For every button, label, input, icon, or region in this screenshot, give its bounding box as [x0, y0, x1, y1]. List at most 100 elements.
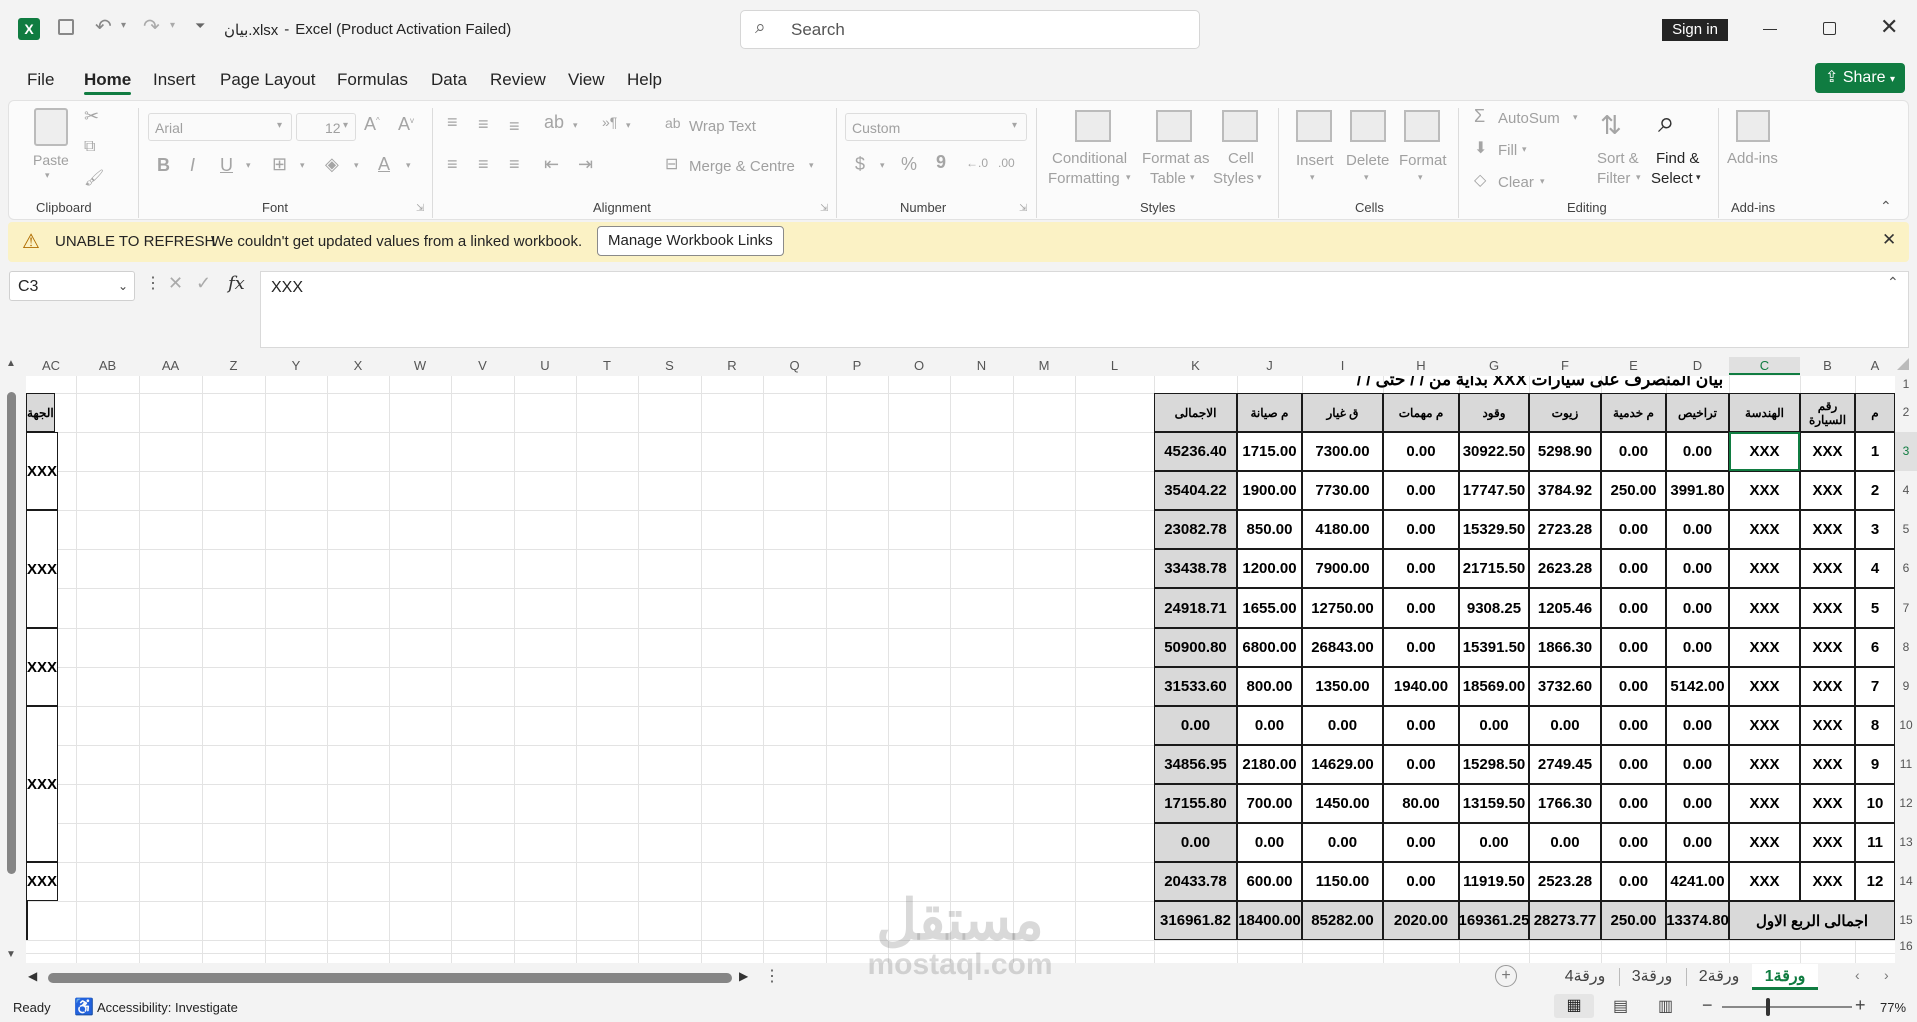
table-row-cell[interactable]: 15329.50 [1459, 510, 1529, 549]
table-row-cell[interactable]: XXX [1729, 549, 1800, 588]
table-row-cell[interactable]: 0.00 [1154, 706, 1237, 745]
format-cells-button[interactable]: Format [1399, 152, 1447, 169]
table-row-cell[interactable]: 30922.50 [1459, 432, 1529, 471]
table-row-cell[interactable]: 21715.50 [1459, 549, 1529, 588]
table-row-cell[interactable]: XXX [1800, 549, 1855, 588]
redo-dropdown-icon[interactable]: ▾ [170, 20, 175, 31]
table-row-cell[interactable]: 31533.60 [1154, 667, 1237, 706]
table-row-cell[interactable]: 0.00 [1383, 862, 1459, 901]
table-row-cell[interactable]: 15298.50 [1459, 745, 1529, 784]
underline-dropdown-icon[interactable]: ▾ [246, 160, 251, 171]
cell-styles-label2[interactable]: Styles [1213, 170, 1254, 187]
table-row-cell[interactable]: 1 [1855, 432, 1895, 471]
column-header-q[interactable]: Q [763, 357, 826, 375]
menu-insert[interactable]: Insert [153, 70, 196, 90]
undo-dropdown-icon[interactable]: ▾ [121, 20, 126, 31]
table-row-cell[interactable]: XXX [1800, 784, 1855, 823]
sheet-tab-3[interactable]: ورقة3 [1622, 964, 1682, 990]
cancel-entry-icon[interactable]: ✕ [168, 273, 183, 294]
group-cell[interactable]: XXX [26, 432, 59, 510]
row-header-1[interactable]: 1 [1895, 376, 1917, 393]
sign-in-button[interactable]: Sign in [1662, 19, 1728, 41]
total-group-cell[interactable] [26, 901, 28, 940]
italic-icon[interactable]: I [190, 155, 195, 176]
table-row-cell[interactable]: 0.00 [1383, 432, 1459, 471]
menu-file[interactable]: File [27, 70, 54, 90]
table-row-cell[interactable]: 17155.80 [1154, 784, 1237, 823]
table-row-cell[interactable]: 26843.00 [1302, 628, 1383, 667]
table-row-cell[interactable]: 3784.92 [1529, 471, 1601, 510]
table-header-cell[interactable]: الاجمالى [1154, 393, 1237, 432]
total-value-cell[interactable]: 85282.00 [1302, 901, 1383, 940]
tab-scroll-right-icon[interactable]: › [1884, 967, 1889, 983]
cut-icon[interactable]: ✂ [84, 106, 99, 127]
table-row-cell[interactable]: XXX [1800, 432, 1855, 471]
align-middle-icon[interactable]: ≡ [478, 114, 489, 135]
table-row-cell[interactable]: 0.00 [1601, 706, 1666, 745]
insert-function-icon[interactable]: fx [228, 273, 245, 294]
table-row-cell[interactable]: XXX [1729, 510, 1800, 549]
table-row-cell[interactable]: 250.00 [1601, 471, 1666, 510]
table-row-cell[interactable]: 8 [1855, 706, 1895, 745]
table-row-cell[interactable]: 34856.95 [1154, 745, 1237, 784]
align-center-icon[interactable]: ≡ [478, 154, 489, 175]
total-value-cell[interactable]: 169361.25 [1459, 901, 1529, 940]
table-row-cell[interactable]: 1150.00 [1302, 862, 1383, 901]
delete-cells-button[interactable]: Delete [1346, 152, 1389, 169]
menu-review[interactable]: Review [490, 70, 546, 90]
table-row-cell[interactable]: XXX [1729, 628, 1800, 667]
column-header-s[interactable]: S [638, 357, 701, 375]
table-row-cell[interactable]: 0.00 [1601, 549, 1666, 588]
rtl-icon[interactable]: »¶ [602, 114, 617, 130]
table-row-cell[interactable]: 0.00 [1529, 706, 1601, 745]
table-row-cell[interactable]: 11919.50 [1459, 862, 1529, 901]
table-row-cell[interactable]: 0.00 [1601, 667, 1666, 706]
row-header-12[interactable]: 12 [1895, 784, 1917, 823]
customize-qat-icon[interactable]: ⏷ [195, 18, 205, 34]
table-row-cell[interactable]: XXX [1800, 510, 1855, 549]
table-row-cell[interactable]: 0.00 [1601, 510, 1666, 549]
table-row-cell[interactable]: 0.00 [1383, 706, 1459, 745]
decrease-decimal-icon[interactable]: .00 [998, 156, 1015, 170]
table-row-cell[interactable]: XXX [1729, 784, 1800, 823]
table-row-cell[interactable]: 4241.00 [1666, 862, 1729, 901]
underline-icon[interactable]: U [220, 155, 233, 176]
table-row-cell[interactable]: XXX [1729, 862, 1800, 901]
column-header-ac[interactable]: AC [26, 357, 76, 375]
table-row-cell[interactable]: 0.00 [1666, 549, 1729, 588]
conditional-formatting-label2[interactable]: Formatting [1048, 170, 1120, 187]
column-header-v[interactable]: V [451, 357, 514, 375]
table-row-cell[interactable]: XXX [1800, 628, 1855, 667]
table-header-cell[interactable]: الهندسة [1729, 393, 1800, 432]
column-header-d[interactable]: D [1666, 357, 1729, 375]
clear-button[interactable]: Clear [1498, 174, 1534, 191]
total-value-cell[interactable]: 2020.00 [1383, 901, 1459, 940]
table-row-cell[interactable]: 80.00 [1383, 784, 1459, 823]
table-row-cell[interactable]: 0.00 [1666, 706, 1729, 745]
row-header-2[interactable]: 2 [1895, 393, 1917, 432]
table-row-cell[interactable]: XXX [1800, 745, 1855, 784]
total-value-cell[interactable]: 316961.82 [1154, 901, 1237, 940]
vertical-scroll-down-icon[interactable]: ▼ [6, 949, 16, 960]
column-header-k[interactable]: K [1154, 357, 1237, 375]
row-header-4[interactable]: 4 [1895, 471, 1917, 510]
menu-help[interactable]: Help [627, 70, 662, 90]
column-header-f[interactable]: F [1529, 357, 1601, 375]
paste-icon[interactable] [34, 108, 68, 146]
sheet-tab-2[interactable]: ورقة2 [1689, 964, 1749, 990]
table-row-cell[interactable]: 800.00 [1237, 667, 1302, 706]
table-row-cell[interactable]: 3732.60 [1529, 667, 1601, 706]
merge-dropdown-icon[interactable]: ▾ [809, 160, 814, 171]
table-row-cell[interactable]: 0.00 [1601, 628, 1666, 667]
table-row-cell[interactable]: 2 [1855, 471, 1895, 510]
fill-button[interactable]: Fill [1498, 142, 1517, 159]
insert-cells-button[interactable]: Insert [1296, 152, 1334, 169]
sort-filter-label2[interactable]: Filter [1597, 170, 1630, 187]
table-row-cell[interactable]: 850.00 [1237, 510, 1302, 549]
table-row-cell[interactable]: 3991.80 [1666, 471, 1729, 510]
table-row-cell[interactable]: 17747.50 [1459, 471, 1529, 510]
column-header-n[interactable]: N [950, 357, 1013, 375]
table-row-cell[interactable]: 1766.30 [1529, 784, 1601, 823]
table-row-cell[interactable]: 0.00 [1666, 823, 1729, 862]
column-header-ab[interactable]: AB [76, 357, 139, 375]
